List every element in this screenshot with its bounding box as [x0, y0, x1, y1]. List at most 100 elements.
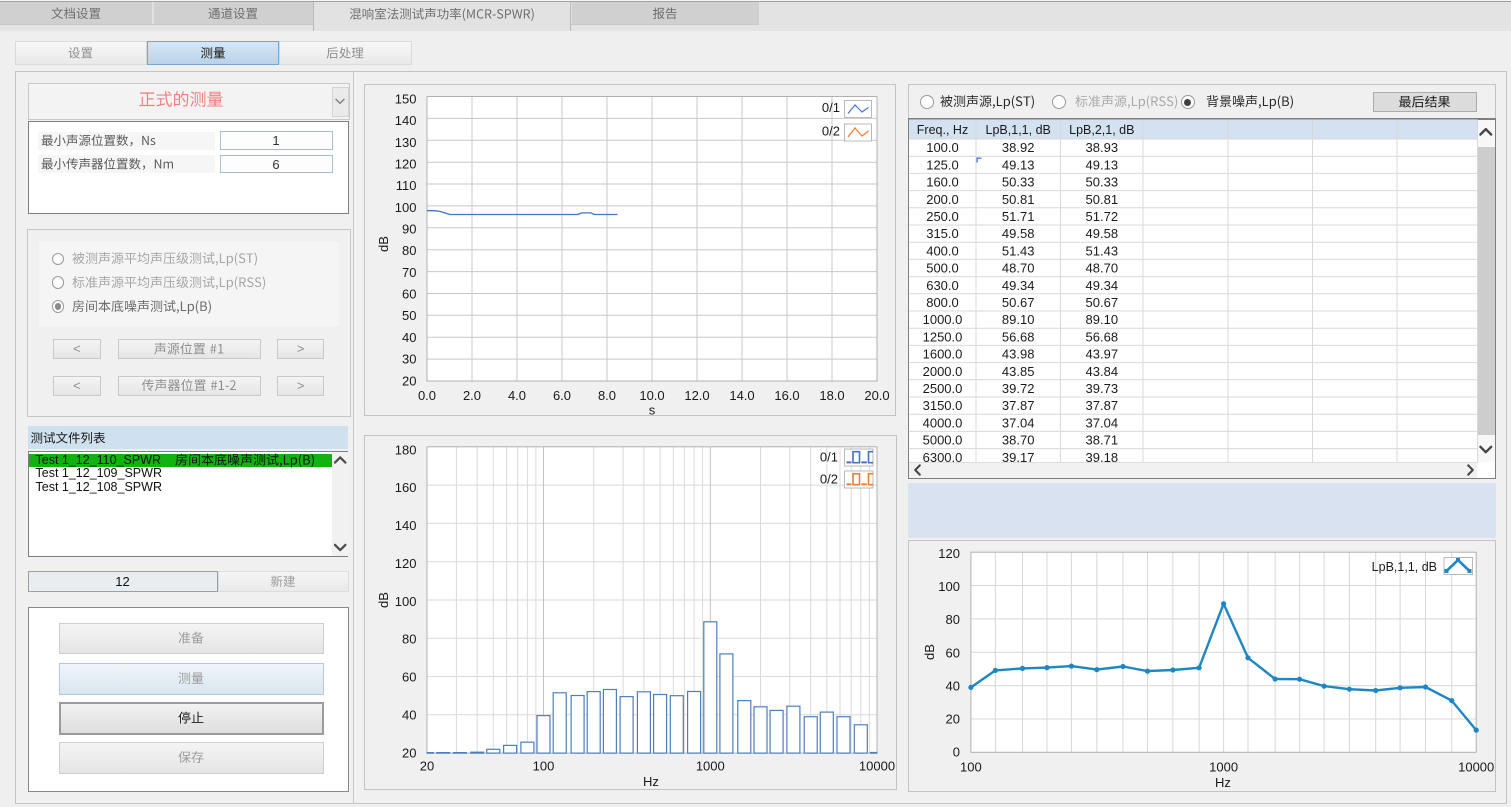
svg-text:49.13: 49.13	[1085, 157, 1118, 172]
svg-text:100: 100	[394, 593, 416, 608]
svg-text:160.0: 160.0	[926, 174, 959, 189]
svg-text:37.04: 37.04	[1001, 415, 1034, 430]
svg-text:37.87: 37.87	[1085, 398, 1118, 413]
svg-text:1000.0: 1000.0	[922, 312, 962, 327]
svg-text:20: 20	[419, 758, 433, 773]
svg-text:60: 60	[945, 645, 959, 660]
svg-text:10000: 10000	[1458, 759, 1494, 774]
svg-text:3150.0: 3150.0	[922, 398, 962, 413]
svg-text:10.0: 10.0	[639, 388, 664, 403]
svg-text:30: 30	[402, 351, 416, 366]
svg-text:14.0: 14.0	[729, 388, 754, 403]
svg-text:38.71: 38.71	[1085, 432, 1118, 447]
svg-text:43.98: 43.98	[1001, 346, 1034, 361]
svg-text:630.0: 630.0	[926, 277, 959, 292]
svg-text:125.0: 125.0	[926, 157, 959, 172]
svg-text:Freq., Hz: Freq., Hz	[916, 123, 967, 137]
svg-text:150: 150	[394, 91, 416, 106]
svg-text:60: 60	[402, 286, 416, 301]
svg-text:140: 140	[394, 113, 416, 128]
svg-text:12.0: 12.0	[684, 388, 709, 403]
svg-text:130: 130	[394, 134, 416, 149]
svg-text:20: 20	[945, 712, 959, 727]
svg-text:4000.0: 4000.0	[922, 415, 962, 430]
svg-text:49.34: 49.34	[1085, 277, 1118, 292]
svg-text:180: 180	[394, 442, 416, 457]
svg-text:2000.0: 2000.0	[922, 363, 962, 378]
svg-text:48.70: 48.70	[1085, 260, 1118, 275]
svg-text:1000: 1000	[695, 758, 724, 773]
svg-text:200.0: 200.0	[926, 191, 959, 206]
svg-text:16.0: 16.0	[774, 388, 799, 403]
svg-text:dB: dB	[376, 592, 391, 608]
svg-text:10000: 10000	[858, 758, 894, 773]
svg-text:89.10: 89.10	[1085, 312, 1118, 327]
svg-text:LpB,2,1, dB: LpB,2,1, dB	[1069, 123, 1134, 137]
svg-text:s: s	[648, 402, 655, 416]
svg-text:56.68: 56.68	[1001, 329, 1034, 344]
svg-text:49.13: 49.13	[1001, 157, 1034, 172]
svg-text:1250.0: 1250.0	[922, 329, 962, 344]
svg-text:400.0: 400.0	[926, 243, 959, 258]
svg-text:250.0: 250.0	[926, 209, 959, 224]
svg-text:50.67: 50.67	[1085, 295, 1118, 310]
svg-text:56.68: 56.68	[1085, 329, 1118, 344]
svg-text:38.93: 38.93	[1085, 140, 1118, 155]
svg-text:800.0: 800.0	[926, 295, 959, 310]
svg-text:140: 140	[394, 518, 416, 533]
svg-text:50: 50	[402, 308, 416, 323]
svg-text:37.04: 37.04	[1085, 415, 1118, 430]
svg-text:49.58: 49.58	[1085, 226, 1118, 241]
svg-text:0/2: 0/2	[819, 471, 837, 486]
svg-text:80: 80	[945, 612, 959, 627]
svg-text:6.0: 6.0	[552, 388, 570, 403]
svg-text:80: 80	[402, 243, 416, 258]
svg-text:160: 160	[394, 480, 416, 495]
svg-text:49.34: 49.34	[1001, 277, 1034, 292]
svg-text:50.81: 50.81	[1001, 191, 1034, 206]
svg-text:38.92: 38.92	[1001, 140, 1034, 155]
svg-text:0.0: 0.0	[417, 388, 435, 403]
svg-text:43.97: 43.97	[1085, 346, 1118, 361]
svg-text:80: 80	[402, 631, 416, 646]
svg-text:37.87: 37.87	[1001, 398, 1034, 413]
svg-text:LpB,1,1, dB: LpB,1,1, dB	[985, 123, 1050, 137]
svg-text:Hz: Hz	[643, 774, 659, 789]
svg-text:60: 60	[402, 669, 416, 684]
svg-text:43.84: 43.84	[1085, 363, 1118, 378]
svg-text:51.43: 51.43	[1001, 243, 1034, 258]
svg-text:20: 20	[402, 745, 416, 760]
svg-text:39.72: 39.72	[1001, 381, 1034, 396]
svg-text:315.0: 315.0	[926, 226, 959, 241]
svg-text:40: 40	[402, 707, 416, 722]
svg-text:120: 120	[938, 546, 960, 561]
svg-text:43.85: 43.85	[1001, 363, 1034, 378]
svg-text:120: 120	[394, 556, 416, 571]
svg-text:50.81: 50.81	[1085, 191, 1118, 206]
svg-text:49.58: 49.58	[1001, 226, 1034, 241]
svg-text:dB: dB	[922, 644, 937, 660]
svg-text:50.67: 50.67	[1001, 295, 1034, 310]
svg-text:4.0: 4.0	[507, 388, 525, 403]
svg-text:500.0: 500.0	[926, 260, 959, 275]
svg-text:2.0: 2.0	[462, 388, 480, 403]
svg-text:40: 40	[945, 678, 959, 693]
svg-text:100: 100	[960, 759, 982, 774]
svg-text:90: 90	[402, 221, 416, 236]
svg-text:100: 100	[532, 758, 554, 773]
svg-text:1600.0: 1600.0	[922, 346, 962, 361]
svg-text:39.73: 39.73	[1085, 381, 1118, 396]
svg-text:20: 20	[402, 373, 416, 388]
svg-text:100: 100	[938, 579, 960, 594]
svg-text:0/1: 0/1	[819, 449, 837, 464]
svg-text:50.33: 50.33	[1001, 174, 1034, 189]
svg-text:1000: 1000	[1209, 759, 1238, 774]
svg-text:38.70: 38.70	[1001, 432, 1034, 447]
svg-text:89.10: 89.10	[1001, 312, 1034, 327]
svg-text:LpB,1,1, dB: LpB,1,1, dB	[1371, 560, 1436, 574]
svg-text:Hz: Hz	[1215, 775, 1231, 790]
svg-text:0/2: 0/2	[821, 123, 839, 138]
svg-text:100: 100	[394, 199, 416, 214]
svg-text:40: 40	[402, 329, 416, 344]
svg-text:51.71: 51.71	[1001, 209, 1034, 224]
